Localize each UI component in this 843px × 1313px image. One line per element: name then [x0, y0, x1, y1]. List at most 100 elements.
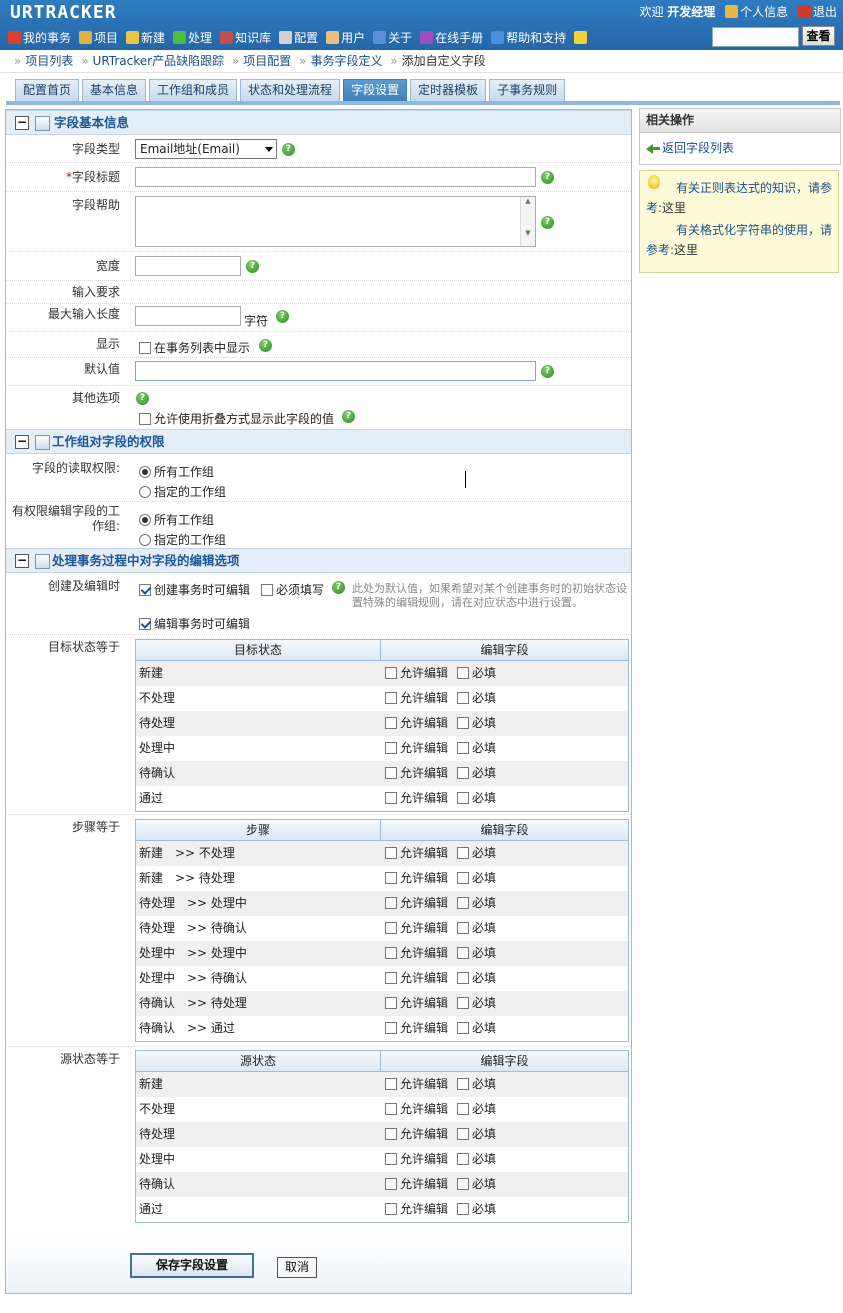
edit-all-groups-option[interactable]: 所有工作组: [139, 511, 214, 528]
help-icon[interactable]: ?: [246, 260, 259, 273]
allow-edit-checkbox[interactable]: [385, 1078, 397, 1090]
allow-edit-checkbox[interactable]: [385, 922, 397, 934]
allow-edit-option[interactable]: 允许编辑: [385, 716, 448, 730]
field-type-select[interactable]: Email地址(Email): [135, 139, 277, 159]
personal-info-link[interactable]: 个人信息: [740, 5, 788, 19]
allow-edit-option[interactable]: 允许编辑: [385, 946, 448, 960]
help-icon[interactable]: ?: [276, 310, 289, 323]
allow-edit-checkbox[interactable]: [385, 897, 397, 909]
must-fill-checkbox[interactable]: [457, 1103, 470, 1115]
allow-edit-option[interactable]: 允许编辑: [385, 1021, 448, 1035]
allow-edit-checkbox[interactable]: [385, 1022, 397, 1034]
search-button[interactable]: 查看: [802, 26, 835, 46]
must-fill-option[interactable]: 必填: [457, 896, 496, 910]
must-fill-checkbox[interactable]: [457, 847, 470, 859]
must-fill-option[interactable]: 必填: [457, 766, 496, 780]
collapse-toggle[interactable]: −: [15, 435, 29, 449]
must-fill-option[interactable]: 必填: [457, 741, 496, 755]
must-fill-checkbox[interactable]: [457, 997, 470, 1009]
must-fill-option[interactable]: 必填: [457, 871, 496, 885]
allow-edit-checkbox[interactable]: [385, 972, 397, 984]
must-fill-option[interactable]: 必填: [457, 996, 496, 1010]
must-fill-checkbox[interactable]: [457, 742, 470, 754]
must-fill-option[interactable]: 必填: [457, 791, 496, 805]
radio-edit-specified[interactable]: [139, 534, 151, 546]
must-fill-checkbox[interactable]: [457, 972, 470, 984]
allow-edit-checkbox[interactable]: [385, 667, 397, 679]
save-field-button[interactable]: 保存字段设置: [130, 1253, 254, 1278]
read-all-groups-option[interactable]: 所有工作组: [139, 463, 214, 480]
allow-edit-option[interactable]: 允许编辑: [385, 666, 448, 680]
must-fill-checkbox[interactable]: [457, 922, 470, 934]
edit-specified-groups-option[interactable]: 指定的工作组: [139, 531, 226, 548]
must-fill-option[interactable]: 必填: [457, 1177, 496, 1191]
collapse-toggle[interactable]: −: [15, 116, 29, 130]
must-fill-checkbox[interactable]: [457, 692, 470, 704]
must-fill-checkbox[interactable]: [457, 947, 470, 959]
must-fill-option[interactable]: 必填: [457, 1202, 496, 1216]
menu-item-favorite[interactable]: [574, 31, 589, 45]
must-fill-option[interactable]: 必填: [457, 971, 496, 985]
back-to-field-list-link[interactable]: 返回字段列表: [646, 139, 734, 156]
must-fill-checkbox[interactable]: [457, 872, 470, 884]
menu-item-new-item[interactable]: 新建: [126, 31, 165, 45]
collapse-display-option[interactable]: 允许使用折叠方式显示此字段的值: [139, 410, 334, 427]
allow-edit-checkbox[interactable]: [385, 767, 397, 779]
help-icon[interactable]: ?: [541, 171, 554, 184]
must-fill-option[interactable]: 必填: [457, 1152, 496, 1166]
must-fill-option[interactable]: 必填: [457, 946, 496, 960]
must-fill-checkbox[interactable]: [457, 1153, 470, 1165]
menu-item-check[interactable]: 处理: [173, 31, 212, 45]
must-fill-option[interactable]: 必填: [457, 1021, 496, 1035]
show-in-list-checkbox[interactable]: [139, 342, 151, 354]
allow-edit-checkbox[interactable]: [385, 792, 397, 804]
must-fill-option[interactable]: 必填: [457, 1102, 496, 1116]
menu-item-books[interactable]: 知识库: [220, 31, 271, 45]
must-fill-checkbox[interactable]: [457, 897, 470, 909]
allow-edit-checkbox[interactable]: [385, 947, 397, 959]
allow-edit-checkbox[interactable]: [385, 872, 397, 884]
allow-edit-checkbox[interactable]: [385, 1203, 397, 1215]
breadcrumb-item[interactable]: 事务字段定义: [310, 54, 382, 68]
allow-edit-checkbox[interactable]: [385, 1153, 397, 1165]
field-title-input[interactable]: [135, 167, 536, 187]
show-in-list-option[interactable]: 在事务列表中显示: [139, 339, 250, 356]
tip-format-link[interactable]: 这里: [674, 243, 698, 257]
required-checkbox[interactable]: [261, 584, 273, 596]
allow-edit-checkbox[interactable]: [385, 997, 397, 1009]
menu-item-home[interactable]: 我的事务: [8, 31, 71, 45]
allow-edit-option[interactable]: 允许编辑: [385, 1202, 448, 1216]
allow-edit-checkbox[interactable]: [385, 1103, 397, 1115]
help-icon[interactable]: ?: [342, 410, 355, 423]
editable-on-edit-checkbox[interactable]: [139, 618, 151, 630]
menu-item-help[interactable]: 帮助和支持: [491, 31, 566, 45]
help-icon[interactable]: ?: [282, 143, 295, 156]
menu-item-manual[interactable]: 在线手册: [420, 31, 483, 45]
editable-on-edit-option[interactable]: 编辑事务时可编辑: [139, 615, 250, 632]
allow-edit-option[interactable]: 允许编辑: [385, 971, 448, 985]
tab-basic-info[interactable]: 基本信息: [82, 79, 147, 101]
allow-edit-option[interactable]: 允许编辑: [385, 691, 448, 705]
menu-item-users[interactable]: 用户: [326, 31, 365, 45]
search-input[interactable]: [712, 27, 799, 47]
tab-field-settings[interactable]: 字段设置: [343, 79, 408, 101]
allow-edit-option[interactable]: 允许编辑: [385, 996, 448, 1010]
must-fill-option[interactable]: 必填: [457, 716, 496, 730]
tab-status-workflow[interactable]: 状态和处理流程: [240, 79, 341, 101]
allow-edit-option[interactable]: 允许编辑: [385, 1102, 448, 1116]
radio-edit-all[interactable]: [139, 514, 151, 526]
cancel-button[interactable]: 取消: [277, 1257, 317, 1278]
help-icon[interactable]: ?: [332, 581, 345, 594]
allow-edit-option[interactable]: 允许编辑: [385, 1152, 448, 1166]
menu-item-database[interactable]: 项目: [79, 31, 118, 45]
breadcrumb-item[interactable]: 项目列表: [25, 54, 73, 68]
textarea-scrollbar[interactable]: ▲ ▼: [520, 197, 535, 246]
must-fill-option[interactable]: 必填: [457, 1077, 496, 1091]
allow-edit-option[interactable]: 允许编辑: [385, 1177, 448, 1191]
help-icon[interactable]: ?: [259, 339, 272, 352]
read-specified-groups-option[interactable]: 指定的工作组: [139, 483, 226, 500]
tip-regex-link[interactable]: 这里: [662, 201, 686, 215]
must-fill-checkbox[interactable]: [457, 1128, 470, 1140]
must-fill-option[interactable]: 必填: [457, 691, 496, 705]
must-fill-checkbox[interactable]: [457, 667, 470, 679]
